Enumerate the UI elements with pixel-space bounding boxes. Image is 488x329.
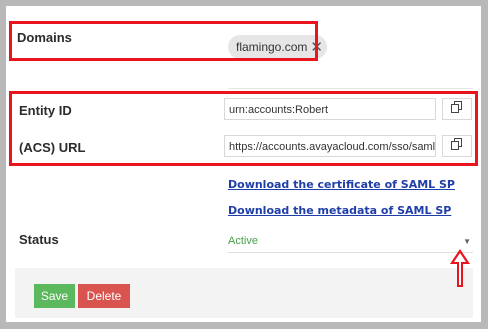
domain-chip: flamingo.com ✕: [228, 35, 327, 59]
status-label: Status: [19, 232, 59, 247]
delete-button[interactable]: Delete: [78, 284, 130, 308]
status-value: Active: [228, 235, 258, 247]
copy-entity-id-button[interactable]: [442, 98, 472, 120]
download-certificate-link[interactable]: Download the certificate of SAML SP: [228, 178, 455, 191]
saml-settings-panel: Domains flamingo.com ✕ Entity ID urn:acc…: [6, 6, 481, 322]
entity-id-field[interactable]: urn:accounts:Robert: [224, 98, 436, 120]
status-select[interactable]: Active ▼: [228, 232, 473, 253]
download-metadata-link[interactable]: Download the metadata of SAML SP: [228, 204, 451, 217]
acs-url-label: (ACS) URL: [19, 140, 86, 155]
domains-divider: [228, 88, 473, 89]
copy-acs-url-button[interactable]: [442, 135, 472, 157]
copy-icon: [451, 100, 463, 118]
chevron-down-icon: ▼: [463, 237, 471, 246]
annotation-arrow-icon: [449, 248, 471, 293]
copy-icon: [451, 137, 463, 155]
domains-label: Domains: [17, 30, 72, 45]
acs-url-field[interactable]: https://accounts.avayacloud.com/sso/saml…: [224, 135, 436, 157]
form-footer: Save Delete: [15, 268, 473, 318]
entity-id-label: Entity ID: [19, 103, 72, 118]
chip-remove-icon[interactable]: ✕: [310, 40, 323, 55]
save-button[interactable]: Save: [34, 284, 75, 308]
domain-chip-text: flamingo.com: [236, 40, 308, 54]
